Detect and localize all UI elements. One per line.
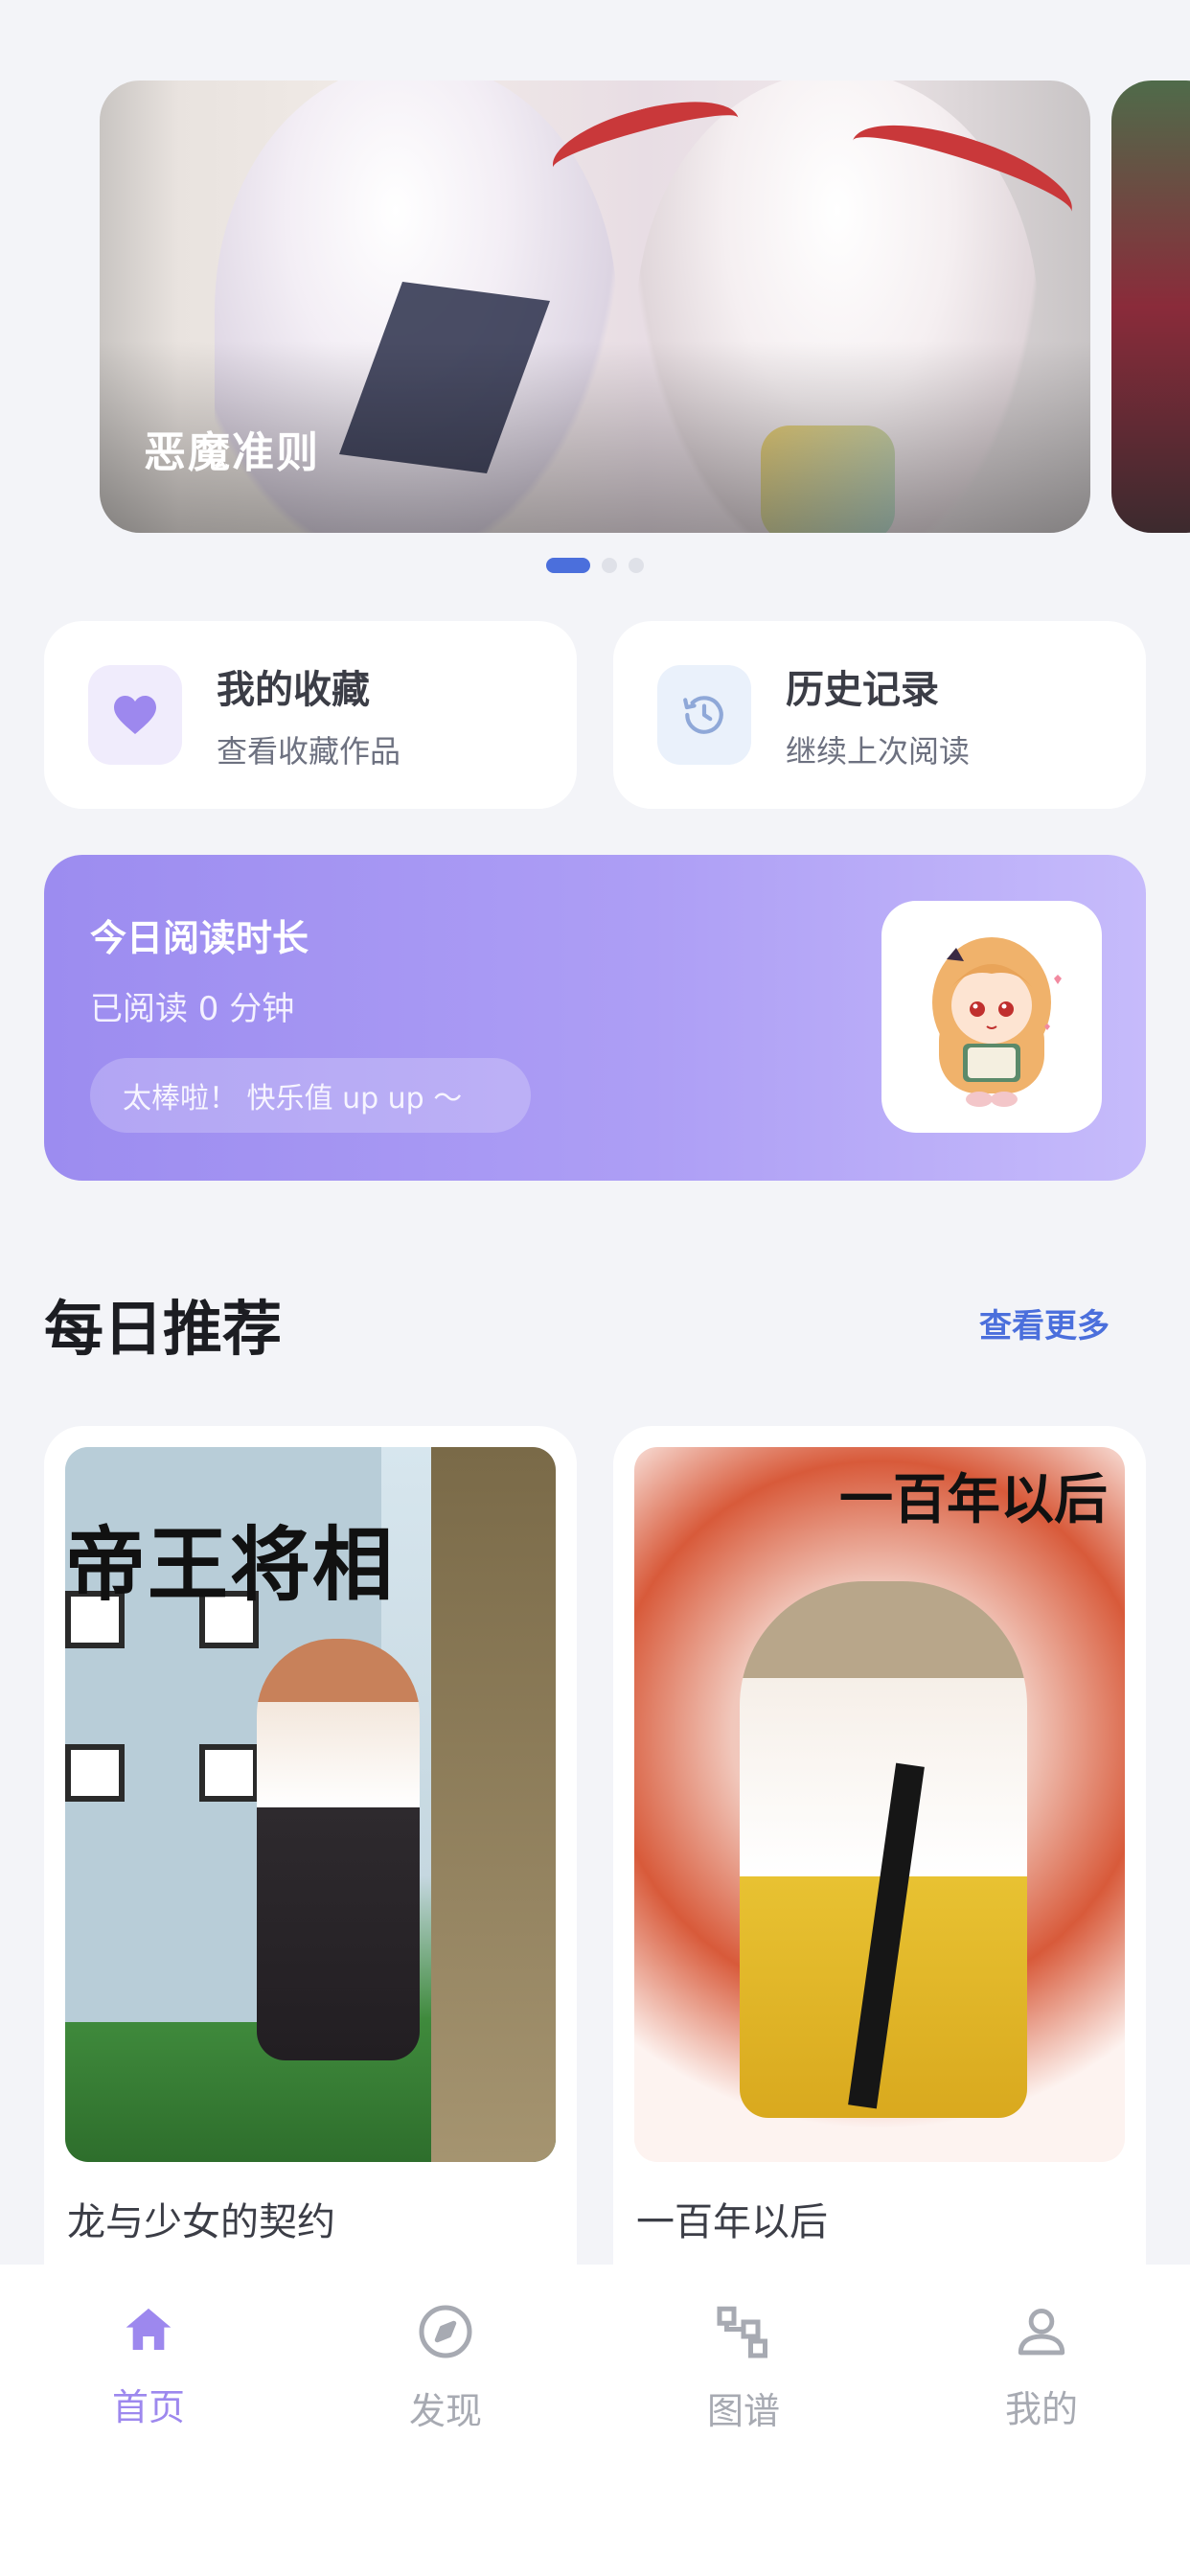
cover-art-tree [431, 1447, 556, 2162]
quick-actions: 我的收藏 查看收藏作品 历史记录 继续上次阅读 [44, 621, 1146, 809]
book-title: 一百年以后 [636, 2200, 828, 2244]
history-clock-icon [657, 665, 751, 765]
carousel-dot[interactable] [602, 558, 617, 573]
favorites-subtitle: 查看收藏作品 [217, 733, 401, 770]
book-cover: 一百年以后 [634, 1447, 1125, 2162]
home-page: 恶魔准则 我的收藏 查看收藏作品 历史记录 继续上次阅读 今日阅读时长 已阅读 … [0, 0, 1190, 2576]
book-title: 龙与少女的契约 [67, 2200, 335, 2244]
recommend-grid: 帝王将相 龙与少女的契约 一百年以后 一百年以后 [44, 1426, 1146, 2384]
tab-graph[interactable]: 图谱 [648, 2303, 839, 2434]
banner-next-slide-peek[interactable] [1111, 80, 1190, 533]
book-cover: 帝王将相 [65, 1447, 556, 2162]
banner-slide[interactable]: 恶魔准则 [100, 80, 1090, 533]
favorites-card[interactable]: 我的收藏 查看收藏作品 [44, 621, 577, 809]
favorites-title: 我的收藏 [217, 668, 370, 712]
tab-label: 我的 [1004, 2388, 1078, 2430]
cover-art-window [65, 1744, 125, 1802]
history-card[interactable]: 历史记录 继续上次阅读 [613, 621, 1146, 809]
carousel-dot[interactable] [629, 558, 644, 573]
history-subtitle: 继续上次阅读 [786, 733, 971, 770]
book-card[interactable]: 一百年以后 一百年以后 [613, 1426, 1146, 2384]
cover-text: 一百年以后 [839, 1469, 1108, 1531]
graph-icon [717, 2306, 767, 2358]
carousel-dot-active[interactable] [546, 558, 590, 573]
banner-title: 恶魔准则 [144, 428, 320, 477]
banner-carousel[interactable]: 恶魔准则 [0, 80, 1190, 533]
cover-art-window [199, 1744, 259, 1802]
tab-home[interactable]: 首页 [53, 2303, 244, 2430]
home-icon [126, 2308, 172, 2350]
history-title: 历史记录 [786, 668, 939, 712]
cover-text: 帝王将相 [65, 1518, 396, 1612]
carousel-indicator [0, 556, 1190, 575]
user-icon [1018, 2309, 1065, 2356]
compass-icon [419, 2305, 472, 2358]
reading-time-card[interactable]: 今日阅读时长 已阅读 0 分钟 太棒啦！ 快乐值 up up ～ [44, 855, 1146, 1181]
tab-label: 首页 [111, 2386, 185, 2428]
tab-profile[interactable]: 我的 [946, 2303, 1137, 2432]
heart-icon [88, 665, 182, 765]
bottom-tab-bar: 首页 发现 图谱 我的 [0, 2265, 1190, 2576]
reading-girl-avatar [881, 901, 1102, 1133]
view-more-link[interactable]: 查看更多 [979, 1300, 1110, 1346]
cover-art-character [257, 1639, 420, 2060]
section-title-daily-recommend: 每日推荐 [44, 1294, 283, 1364]
book-card[interactable]: 帝王将相 龙与少女的契约 [44, 1426, 577, 2384]
tab-label: 发现 [408, 2390, 482, 2432]
tab-discover[interactable]: 发现 [350, 2303, 541, 2434]
tab-label: 图谱 [706, 2390, 780, 2432]
reading-cheer-pill: 太棒啦！ 快乐值 up up ～ [90, 1058, 531, 1133]
